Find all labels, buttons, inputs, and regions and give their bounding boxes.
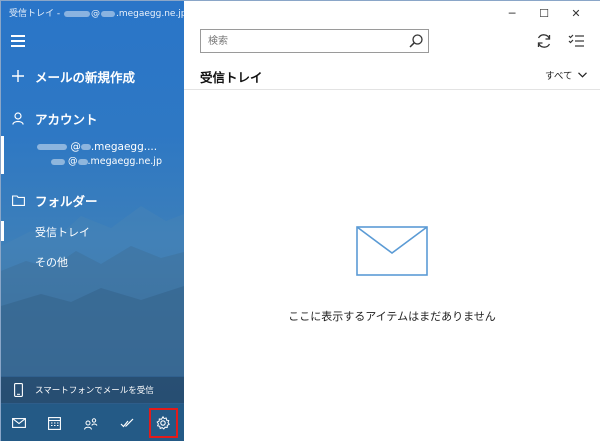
mail-app-button[interactable] (1, 404, 37, 441)
redacted-text (37, 144, 67, 150)
redacted-text (63, 10, 90, 17)
filter-label: すべて (545, 71, 573, 82)
window-title-domain: .megaegg.ne.jp (115, 9, 184, 19)
search-box (200, 29, 429, 53)
folder-item-inbox[interactable]: 受信トレイ (1, 221, 184, 241)
new-mail-label: メールの新規作成 (35, 69, 136, 85)
minimize-button[interactable]: ─ (496, 3, 528, 23)
account-domain: .megaegg.... (90, 141, 158, 153)
folders-header[interactable]: フォルダー (1, 189, 184, 211)
person-icon (1, 111, 35, 125)
minimize-icon: ─ (508, 6, 516, 20)
window-controls: ─ ☐ ✕ (496, 3, 592, 23)
folder-item-other[interactable]: その他 (1, 251, 184, 271)
window-title-at: @ (90, 9, 100, 19)
selection-indicator (1, 221, 4, 241)
account-email-at: @ (68, 156, 78, 167)
selection-mode-icon[interactable] (567, 31, 587, 51)
redacted-text (77, 158, 88, 165)
maximize-icon: ☐ (539, 6, 549, 20)
account-item[interactable]: @ .megaegg.... @ .megaegg.ne.jp (1, 136, 184, 174)
filter-dropdown[interactable]: すべて (545, 68, 588, 82)
close-icon: ✕ (571, 6, 581, 20)
navigation-pane: 受信トレイ - @ .megaegg.ne.jp メールの新規作成 アカウント @… (1, 1, 184, 441)
calendar-icon (48, 416, 62, 430)
hamburger-menu-icon[interactable] (11, 35, 25, 47)
search-icon[interactable] (408, 33, 424, 49)
sync-icon[interactable] (534, 31, 554, 51)
todo-icon (120, 418, 133, 427)
folder-label: 受信トレイ (35, 226, 90, 239)
calendar-app-button[interactable] (37, 404, 73, 441)
window-title: 受信トレイ - @ .megaegg.ne.jp (9, 6, 184, 19)
phone-promo-label: スマートフォンでメールを受信 (35, 386, 154, 396)
search-input[interactable] (201, 30, 401, 52)
redacted-text (100, 10, 115, 17)
redacted-text (51, 158, 65, 165)
folder-icon (1, 194, 35, 206)
folders-label: フォルダー (35, 193, 98, 209)
accounts-header[interactable]: アカウント (1, 107, 184, 129)
settings-button[interactable] (148, 408, 178, 438)
folder-title: 受信トレイ (200, 70, 263, 85)
account-email-domain: .megaegg.ne.jp (87, 156, 162, 167)
new-mail-button[interactable]: メールの新規作成 (1, 65, 184, 87)
app-switcher-bar (1, 404, 184, 441)
maximize-button[interactable]: ☐ (528, 3, 560, 23)
folder-label: その他 (35, 256, 68, 269)
account-at: @ (70, 141, 81, 153)
selection-indicator (1, 136, 4, 174)
envelope-icon (356, 226, 428, 276)
mail-icon (11, 418, 26, 428)
chevron-down-icon (578, 72, 588, 78)
redacted-text (80, 144, 91, 150)
empty-state-message: ここに表示するアイテムはまだありません (288, 310, 496, 323)
mail-window: 受信トレイ - @ .megaegg.ne.jp メールの新規作成 アカウント @… (0, 0, 600, 441)
gear-icon (156, 416, 171, 430)
window-title-prefix: 受信トレイ - (9, 9, 63, 19)
account-email: @ .megaegg.ne.jp (51, 156, 162, 167)
smartphone-icon (1, 383, 35, 397)
todo-app-button[interactable] (109, 404, 145, 441)
people-icon (84, 417, 98, 430)
account-name: @ .megaegg.... (37, 141, 157, 153)
message-list-pane: ─ ☐ ✕ 受信トレイ すべて (184, 1, 600, 441)
plus-icon (1, 70, 35, 82)
phone-promo-link[interactable]: スマートフォンでメールを受信 (1, 377, 184, 403)
people-app-button[interactable] (73, 404, 109, 441)
divider (184, 89, 600, 90)
close-button[interactable]: ✕ (560, 3, 592, 23)
accounts-label: アカウント (35, 111, 98, 127)
